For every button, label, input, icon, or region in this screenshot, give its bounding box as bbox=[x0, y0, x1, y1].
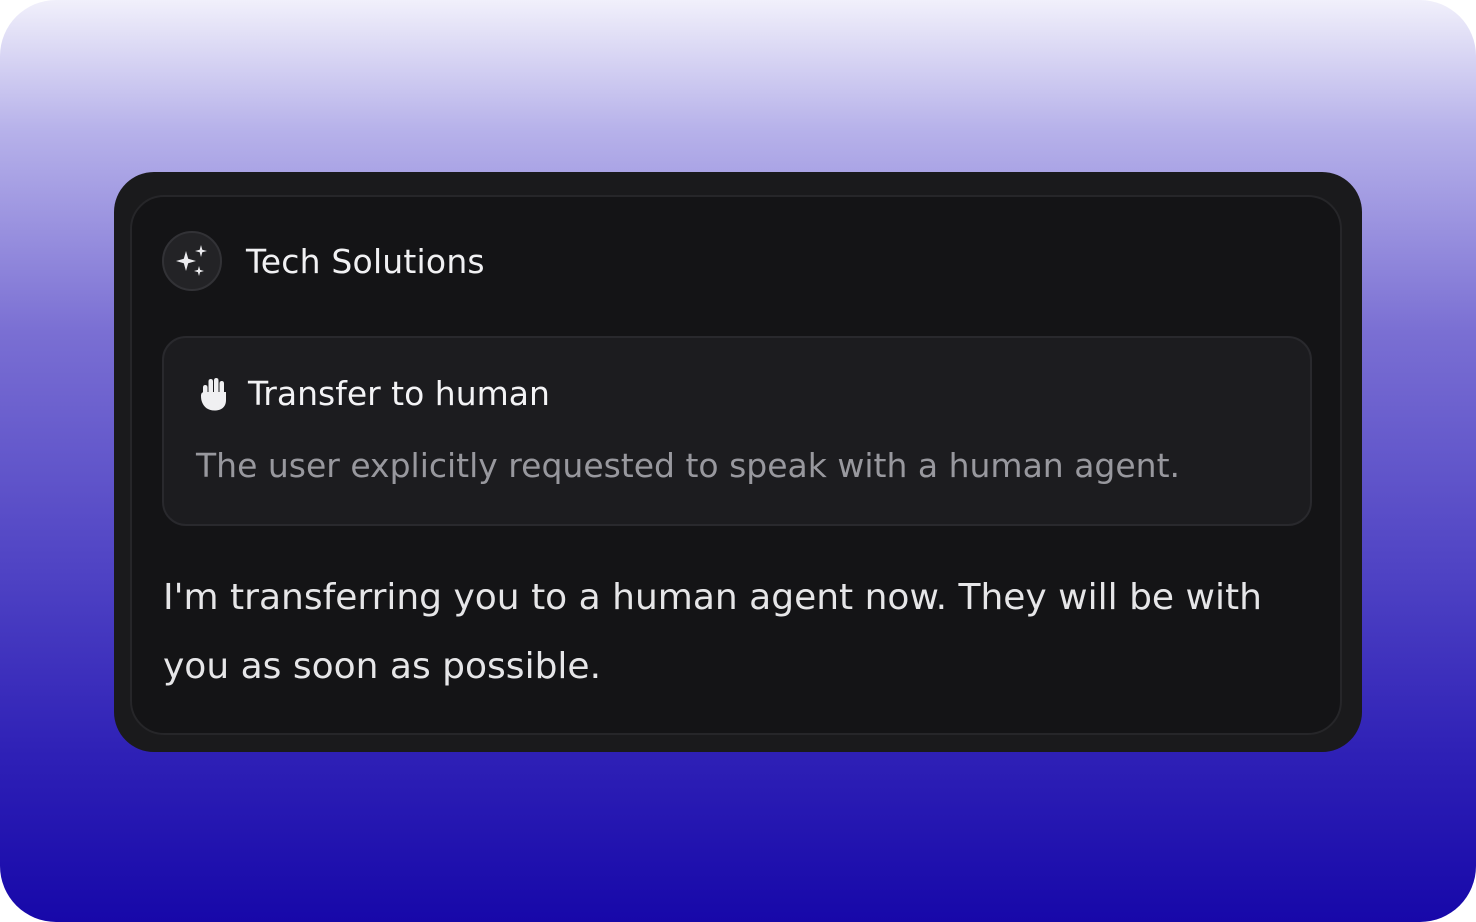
chat-widget: Tech Solutions Transfer to human The use… bbox=[114, 172, 1362, 752]
tool-call-title: Transfer to human bbox=[248, 374, 550, 413]
background-canvas: Tech Solutions Transfer to human The use… bbox=[0, 0, 1476, 922]
assistant-header: Tech Solutions bbox=[162, 231, 485, 291]
sparkles-icon bbox=[176, 245, 207, 276]
tool-call-card: Transfer to human The user explicitly re… bbox=[162, 336, 1312, 526]
assistant-avatar bbox=[162, 231, 222, 291]
assistant-message-card: Tech Solutions Transfer to human The use… bbox=[130, 195, 1342, 735]
assistant-name: Tech Solutions bbox=[246, 241, 485, 281]
hand-icon bbox=[201, 377, 226, 410]
tool-call-description: The user explicitly requested to speak w… bbox=[196, 446, 1181, 485]
assistant-message-text: I'm transferring you to a human agent no… bbox=[163, 577, 1262, 687]
tool-call-header: Transfer to human bbox=[198, 374, 550, 413]
